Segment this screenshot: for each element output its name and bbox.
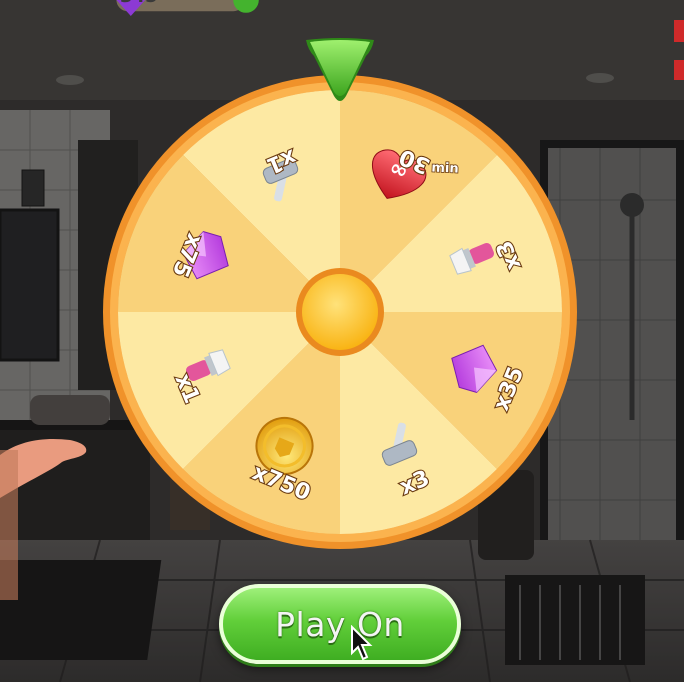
reward-sublabel: min xyxy=(431,160,459,176)
play-on-label: Play On xyxy=(275,604,405,644)
play-on-button[interactable]: Play On xyxy=(219,584,461,664)
mouse-cursor-icon xyxy=(351,625,373,661)
prize-wheel: x1 ∞30minx3x35x3x750x1x75 xyxy=(103,38,577,549)
